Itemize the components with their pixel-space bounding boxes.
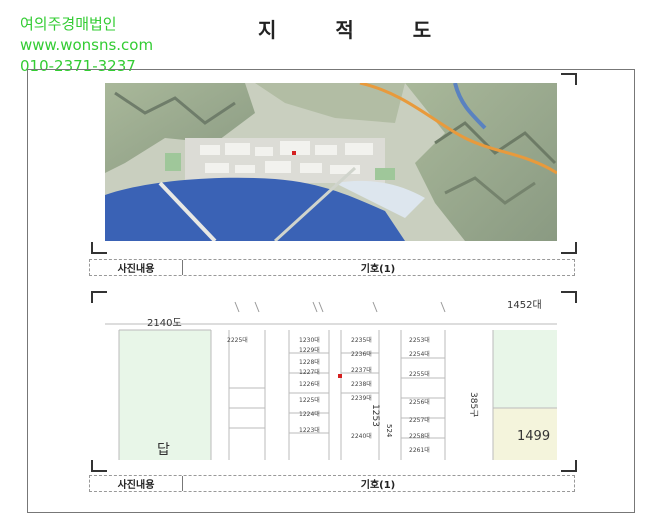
road-label: 2140도 bbox=[147, 318, 182, 329]
parcel-label: 2236대 bbox=[351, 350, 372, 358]
page-title: 지 적 도 bbox=[258, 18, 458, 42]
crop-mark bbox=[561, 73, 577, 85]
parcel-label: 2256대 bbox=[409, 398, 430, 406]
watermark-company: 여의주경매법인 bbox=[20, 15, 117, 33]
parcel-label-paddy: 답 bbox=[157, 442, 170, 458]
parcel-label: 2225대 bbox=[227, 336, 248, 344]
photo-caption-symbol: 기호(1) bbox=[360, 264, 396, 275]
parcel-label-1499: 1499 bbox=[517, 429, 550, 444]
parcel-label: 1228대 bbox=[299, 358, 320, 366]
parcel-label-top-right: 1452대 bbox=[507, 299, 542, 311]
photo-caption-label: 사진내용 bbox=[90, 260, 183, 275]
parcel-label: 2253대 bbox=[409, 336, 430, 344]
parcel-label: 2239대 bbox=[351, 394, 372, 402]
parcel-label: 2255대 bbox=[409, 370, 430, 378]
map-caption-label: 사진내용 bbox=[90, 476, 183, 491]
parcel-label: 1226대 bbox=[299, 380, 320, 388]
parcel-label: 1225대 bbox=[299, 396, 320, 404]
parcel-label: 2254대 bbox=[409, 350, 430, 358]
aerial-photo bbox=[105, 83, 557, 241]
parcel-label: 2261대 bbox=[409, 446, 430, 454]
map-caption-symbol: 기호(1) bbox=[360, 480, 396, 491]
photo-caption: 사진내용 기호(1) bbox=[89, 259, 575, 276]
crop-mark bbox=[561, 242, 577, 254]
watermark-website: www.wonsns.com bbox=[20, 36, 154, 54]
parcel-label-524: 524 bbox=[385, 424, 393, 438]
parcel-label-385: 385구 bbox=[468, 392, 479, 417]
crop-mark bbox=[91, 460, 107, 472]
parcel-label: 2257대 bbox=[409, 416, 430, 424]
parcel-label: 1223대 bbox=[299, 426, 320, 434]
aerial-photo-image bbox=[105, 83, 557, 241]
parcel-label: 1227대 bbox=[299, 368, 320, 376]
cadastral-map: 2140도 1452대 답 1499 1253 385구 524 2225대 1… bbox=[105, 298, 557, 460]
parcel-label: 2238대 bbox=[351, 380, 372, 388]
crop-mark bbox=[91, 242, 107, 254]
parcel-label: 2235대 bbox=[351, 336, 372, 344]
crop-mark bbox=[561, 460, 577, 472]
cadastral-map-drawing: 2140도 1452대 답 1499 1253 385구 524 2225대 1… bbox=[105, 299, 557, 460]
parcel-label: 2240대 bbox=[351, 432, 372, 440]
parcel-label: 2237대 bbox=[351, 366, 372, 374]
map-caption: 사진내용 기호(1) bbox=[89, 475, 575, 492]
parcel-label: 2258대 bbox=[409, 432, 430, 440]
parcel-label: 1224대 bbox=[299, 410, 320, 418]
parcel-label: 1229대 bbox=[299, 346, 320, 354]
parcel-label: 1230대 bbox=[299, 336, 320, 344]
green-zone bbox=[119, 330, 211, 460]
parcel-label-1253: 1253 bbox=[370, 404, 380, 427]
crop-mark bbox=[561, 291, 577, 303]
